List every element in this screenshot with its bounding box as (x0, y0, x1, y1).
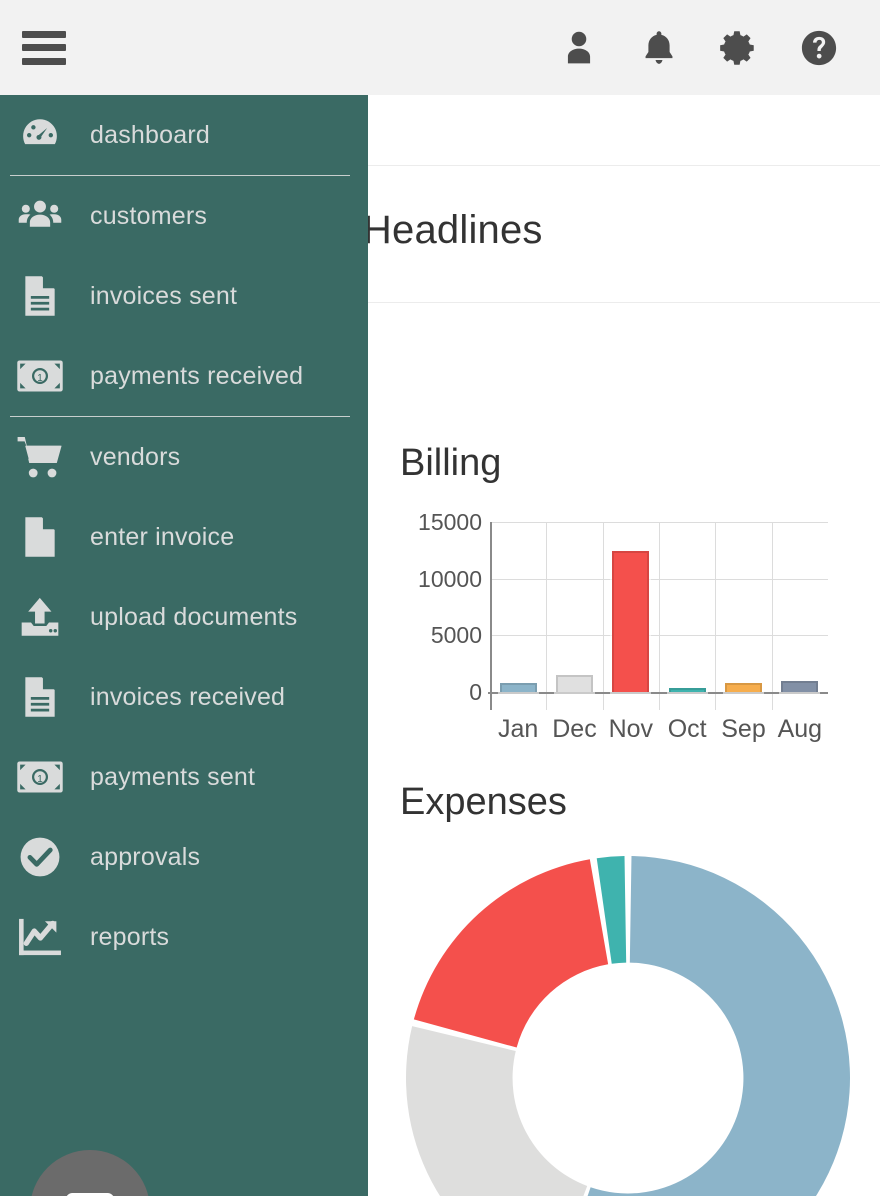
sidebar-item-label: invoices received (90, 682, 286, 711)
sidebar-item-payments-received[interactable]: 1 payments received (0, 336, 368, 416)
donut-slice (406, 1026, 588, 1196)
bar-chart-x-tick-label: Dec (552, 715, 597, 743)
sidebar-item-label: upload documents (90, 602, 298, 631)
bar-chart-column-separator (659, 522, 660, 710)
billing-bar-chart: 15000 10000 5000 0 Jan Dec Nov Oct Sep Aug (390, 505, 860, 743)
sidebar-item-label: enter invoice (90, 522, 235, 551)
top-bar-actions (558, 27, 840, 69)
hamburger-bar (22, 30, 66, 38)
sidebar-item-invoices-sent[interactable]: invoices sent (0, 256, 368, 336)
bar-chart-y-tick-label: 15000 (418, 509, 482, 535)
document-lines-icon (10, 675, 70, 719)
hamburger-bar (22, 57, 66, 65)
hamburger-bar (22, 44, 66, 51)
document-lines-icon (10, 274, 70, 318)
sidebar-item-label: payments received (90, 361, 304, 390)
bar-chart-bar (781, 680, 819, 692)
bar-chart-column-separator (602, 522, 604, 710)
svg-text:1: 1 (37, 373, 43, 384)
bar-chart-bar (668, 688, 706, 692)
billing-section-title: Billing (400, 442, 502, 484)
expenses-donut-chart (406, 856, 850, 1196)
sidebar-item-label: vendors (90, 442, 181, 471)
bar-chart-x-tick-label: Aug (777, 715, 823, 743)
dashboard-gauge-icon (10, 113, 70, 157)
expenses-section-title: Expenses (400, 781, 567, 823)
sidebar-item-payments-sent[interactable]: 1 payments sent (0, 737, 368, 817)
sidebar-item-customers[interactable]: customers (0, 176, 368, 256)
bar-chart-y-axis-line (490, 522, 492, 710)
sidebar-nav: dashboard customers invoices sent 1 payments… (0, 95, 368, 977)
users-group-icon (10, 193, 70, 239)
bar-chart-y-tick-label: 10000 (418, 565, 482, 592)
messages-fab-button[interactable] (30, 1150, 150, 1196)
top-bar (0, 0, 880, 95)
bar-chart-plot-area: Jan Dec Nov Oct Sep Aug (488, 522, 828, 743)
bar-chart-column-separator (546, 522, 548, 710)
sidebar-item-enter-invoice[interactable]: enter invoice (0, 497, 368, 577)
page-title: Your Headlines (270, 208, 880, 253)
bar-chart-column-separator (771, 522, 773, 710)
bar-chart-bar (724, 682, 763, 692)
gear-icon[interactable] (718, 27, 760, 69)
sidebar-item-upload-documents[interactable]: upload documents (0, 577, 368, 657)
sidebar-item-label: approvals (90, 842, 201, 871)
sidebar-item-label: customers (90, 201, 208, 230)
sidebar-item-label: reports (90, 922, 170, 951)
bar-chart-bar (499, 682, 537, 692)
bar-chart-x-tick-label: Jan (498, 715, 539, 743)
app-root: Your Headlines Billing 15000 10000 5000 0 J… (0, 0, 880, 1196)
donut-slice (587, 856, 850, 1196)
bar-chart-bar (612, 551, 650, 692)
hamburger-menu-icon[interactable] (22, 30, 66, 65)
donut-slice (413, 859, 609, 1048)
sidebar-item-invoices-received[interactable]: invoices received (0, 657, 368, 737)
bar-chart-x-axis-line (488, 692, 828, 694)
bell-icon[interactable] (638, 27, 680, 69)
svg-text:1: 1 (37, 774, 43, 785)
sidebar: dashboard customers invoices sent 1 payments… (0, 95, 368, 1196)
banknote-icon: 1 (10, 760, 70, 794)
bar-chart-column-separator (715, 522, 717, 710)
banknote-icon: 1 (10, 359, 70, 393)
sidebar-item-approvals[interactable]: approvals (0, 817, 368, 897)
upload-icon (10, 596, 70, 638)
donut-svg (406, 856, 850, 1196)
bar-chart-x-tick-label: Oct (667, 715, 707, 743)
sidebar-item-label: invoices sent (90, 281, 238, 310)
envelope-icon (66, 1192, 114, 1196)
bar-chart-y-tick-label: 0 (469, 679, 482, 705)
user-icon[interactable] (558, 27, 600, 69)
sidebar-item-vendors[interactable]: vendors (0, 417, 368, 497)
sidebar-item-label: dashboard (90, 120, 210, 149)
bar-chart-y-tick-label: 5000 (430, 622, 482, 649)
sidebar-item-reports[interactable]: reports (0, 897, 368, 977)
check-circle-icon (10, 835, 70, 879)
shopping-cart-icon (10, 435, 70, 479)
help-icon[interactable] (798, 27, 840, 69)
chart-line-icon (10, 917, 70, 957)
sidebar-item-label: payments sent (90, 762, 256, 791)
bar-chart-bar (555, 675, 594, 692)
blank-document-icon (10, 515, 70, 559)
bar-chart-x-tick-label: Sep (721, 715, 766, 743)
sidebar-item-dashboard[interactable]: dashboard (0, 95, 368, 175)
bar-chart-x-tick-label: Nov (608, 715, 654, 743)
